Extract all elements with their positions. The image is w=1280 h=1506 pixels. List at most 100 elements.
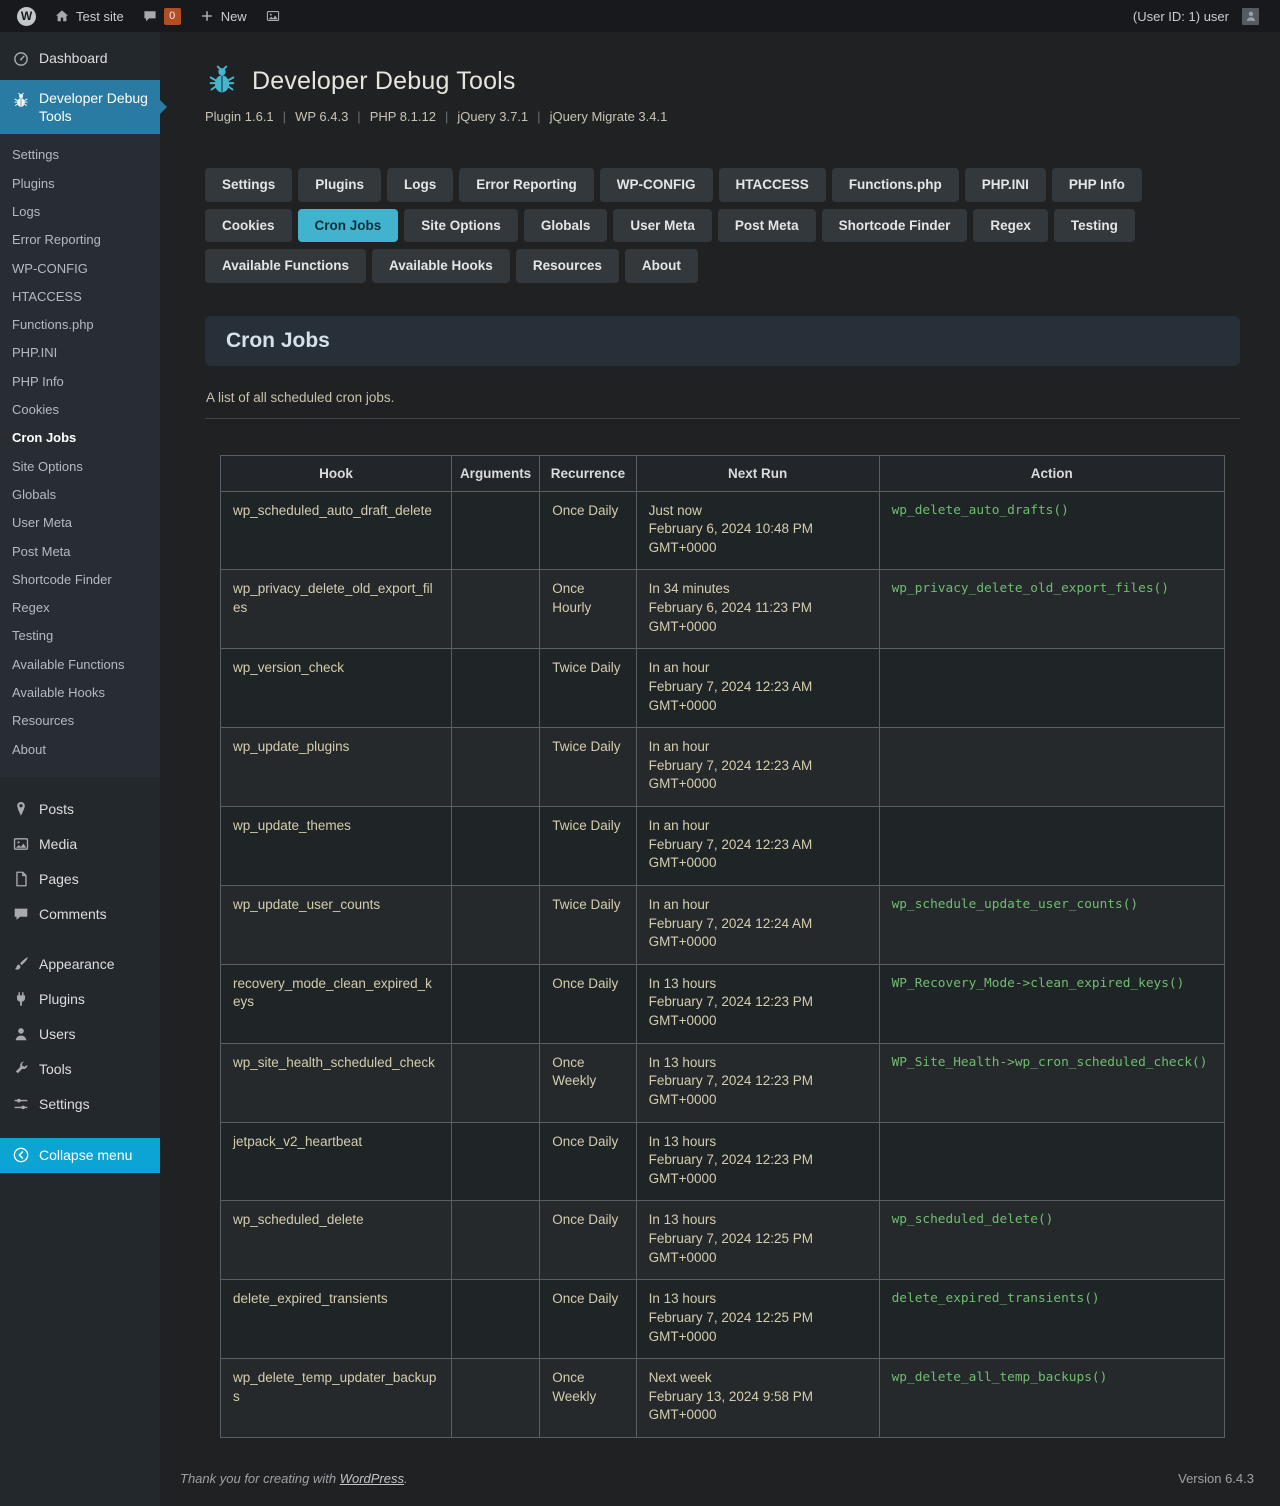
settings-icon xyxy=(11,1095,30,1114)
sidebar-item-developer-debug-tools[interactable]: Developer Debug Tools xyxy=(0,80,160,134)
next-run-cell: In 34 minutes February 6, 2024 11:23 PM … xyxy=(636,570,879,649)
sidebar-item-appearance[interactable]: Appearance xyxy=(0,947,160,982)
comments-count-badge: 0 xyxy=(164,8,181,25)
section-description: A list of all scheduled cron jobs. xyxy=(205,390,1240,405)
tab-button[interactable]: Shortcode Finder xyxy=(822,209,968,243)
sidebar-item-media[interactable]: Media xyxy=(0,827,160,862)
sidebar-subitem[interactable]: About xyxy=(0,736,160,764)
sidebar-item-plugins[interactable]: Plugins xyxy=(0,982,160,1017)
menu-group-content: Posts Media Pages Comments xyxy=(0,792,160,932)
table-header-row: Hook Arguments Recurrence Next Run Actio… xyxy=(221,455,1225,491)
tab-button[interactable]: Globals xyxy=(524,209,608,243)
tab-button[interactable]: Plugins xyxy=(298,168,381,202)
tab-button[interactable]: Resources xyxy=(516,249,619,283)
sidebar-item-label: Pages xyxy=(39,870,79,888)
tab-button[interactable]: Logs xyxy=(387,168,453,202)
recurrence-cell: Twice Daily xyxy=(540,649,636,728)
action-cell xyxy=(879,1122,1224,1201)
collapse-wrap: Collapse menu xyxy=(0,1138,160,1173)
sidebar-subitem[interactable]: PHP Info xyxy=(0,368,160,396)
next-run-cell: In an hour February 7, 2024 12:23 AM GMT… xyxy=(636,807,879,886)
collapse-menu-label: Collapse menu xyxy=(39,1146,132,1164)
sidebar-subitem[interactable]: Cron Jobs xyxy=(0,424,160,452)
tab-button[interactable]: HTACCESS xyxy=(719,168,826,202)
sidebar-subitem[interactable]: Available Functions xyxy=(0,651,160,679)
new-label: New xyxy=(221,9,247,24)
sidebar-subitem[interactable]: Available Hooks xyxy=(0,679,160,707)
recurrence-cell: Once Weekly xyxy=(540,1359,636,1438)
sidebar-subitem[interactable]: Plugins xyxy=(0,170,160,198)
new-content-button[interactable]: New xyxy=(190,0,256,32)
arguments-cell xyxy=(451,885,539,964)
sidebar-subitem[interactable]: Post Meta xyxy=(0,538,160,566)
tab-button[interactable]: Regex xyxy=(973,209,1048,243)
hook-cell: wp_delete_temp_updater_backups xyxy=(221,1359,452,1438)
version-label: Version 6.4.3 xyxy=(1178,1471,1254,1486)
table-row: wp_version_check Twice Daily In an hour … xyxy=(221,649,1225,728)
sidebar-item-label: Posts xyxy=(39,800,74,818)
action-cell: WP_Site_Health->wp_cron_scheduled_check(… xyxy=(879,1043,1224,1122)
admin-bar-right: (User ID: 1) user xyxy=(1124,0,1268,32)
tab-button[interactable]: Testing xyxy=(1054,209,1135,243)
sidebar-item-label: Appearance xyxy=(39,955,115,973)
sidebar-subitem[interactable]: Site Options xyxy=(0,453,160,481)
tab-button[interactable]: Cron Jobs xyxy=(298,209,399,243)
user-icon xyxy=(11,1025,30,1044)
sidebar-item-users[interactable]: Users xyxy=(0,1017,160,1052)
sidebar-subitem[interactable]: Error Reporting xyxy=(0,226,160,254)
tab-button[interactable]: About xyxy=(625,249,698,283)
tab-button[interactable]: PHP Info xyxy=(1052,168,1142,202)
tab-button[interactable]: Site Options xyxy=(404,209,518,243)
sidebar: Dashboard Developer Debug Tools Settings… xyxy=(0,32,160,1506)
column-header-action: Action xyxy=(879,455,1224,491)
media-toolbar-button[interactable] xyxy=(256,0,290,32)
arguments-cell xyxy=(451,1201,539,1280)
tab-button[interactable]: Post Meta xyxy=(718,209,816,243)
arguments-cell xyxy=(451,807,539,886)
admin-bar: W Test site 0 New (User ID: 1) user xyxy=(0,0,1280,32)
sidebar-item-dashboard[interactable]: Dashboard xyxy=(0,41,160,76)
tab-button[interactable]: Cookies xyxy=(205,209,292,243)
sidebar-subitem[interactable]: Settings xyxy=(0,141,160,169)
comments-shortcut[interactable]: 0 xyxy=(133,0,190,32)
footer-thanks: Thank you for creating with WordPress. xyxy=(180,1471,408,1486)
my-account-menu[interactable]: (User ID: 1) user xyxy=(1124,0,1268,32)
wordpress-link[interactable]: WordPress xyxy=(340,1471,404,1486)
pin-icon xyxy=(11,800,30,819)
sidebar-item-tools[interactable]: Tools xyxy=(0,1052,160,1087)
tab-button[interactable]: Settings xyxy=(205,168,292,202)
collapse-menu-button[interactable]: Collapse menu xyxy=(0,1138,160,1173)
tab-button[interactable]: Available Functions xyxy=(205,249,366,283)
sidebar-subitem[interactable]: Logs xyxy=(0,198,160,226)
sidebar-subitem[interactable]: HTACCESS xyxy=(0,283,160,311)
sidebar-subitem[interactable]: Resources xyxy=(0,707,160,735)
sidebar-subitem[interactable]: Regex xyxy=(0,594,160,622)
wp-logo-menu[interactable]: W xyxy=(8,0,45,32)
sidebar-subitem[interactable]: Shortcode Finder xyxy=(0,566,160,594)
recurrence-cell: Once Daily xyxy=(540,1201,636,1280)
sidebar-subitem[interactable]: WP-CONFIG xyxy=(0,255,160,283)
sidebar-item-settings[interactable]: Settings xyxy=(0,1087,160,1122)
action-cell: delete_expired_transients() xyxy=(879,1280,1224,1359)
column-header-next-run: Next Run xyxy=(636,455,879,491)
sidebar-subitem[interactable]: Functions.php xyxy=(0,311,160,339)
sidebar-item-label: Developer Debug Tools xyxy=(39,89,150,125)
sidebar-subitem[interactable]: Cookies xyxy=(0,396,160,424)
sidebar-subitem[interactable]: User Meta xyxy=(0,509,160,537)
sidebar-item-comments[interactable]: Comments xyxy=(0,897,160,932)
tab-button[interactable]: WP-CONFIG xyxy=(600,168,713,202)
tab-button[interactable]: Available Hooks xyxy=(372,249,510,283)
sidebar-item-posts[interactable]: Posts xyxy=(0,792,160,827)
sidebar-subitem[interactable]: Globals xyxy=(0,481,160,509)
site-name-link[interactable]: Test site xyxy=(45,0,133,32)
tab-button[interactable]: Functions.php xyxy=(832,168,959,202)
tab-button[interactable]: PHP.INI xyxy=(965,168,1046,202)
tab-button[interactable]: Error Reporting xyxy=(459,168,594,202)
sidebar-subitem[interactable]: Testing xyxy=(0,622,160,650)
person-icon xyxy=(1244,9,1258,23)
sidebar-subitem[interactable]: PHP.INI xyxy=(0,339,160,367)
hook-cell: wp_version_check xyxy=(221,649,452,728)
tab-button[interactable]: User Meta xyxy=(613,209,712,243)
hook-cell: wp_update_user_counts xyxy=(221,885,452,964)
sidebar-item-pages[interactable]: Pages xyxy=(0,862,160,897)
